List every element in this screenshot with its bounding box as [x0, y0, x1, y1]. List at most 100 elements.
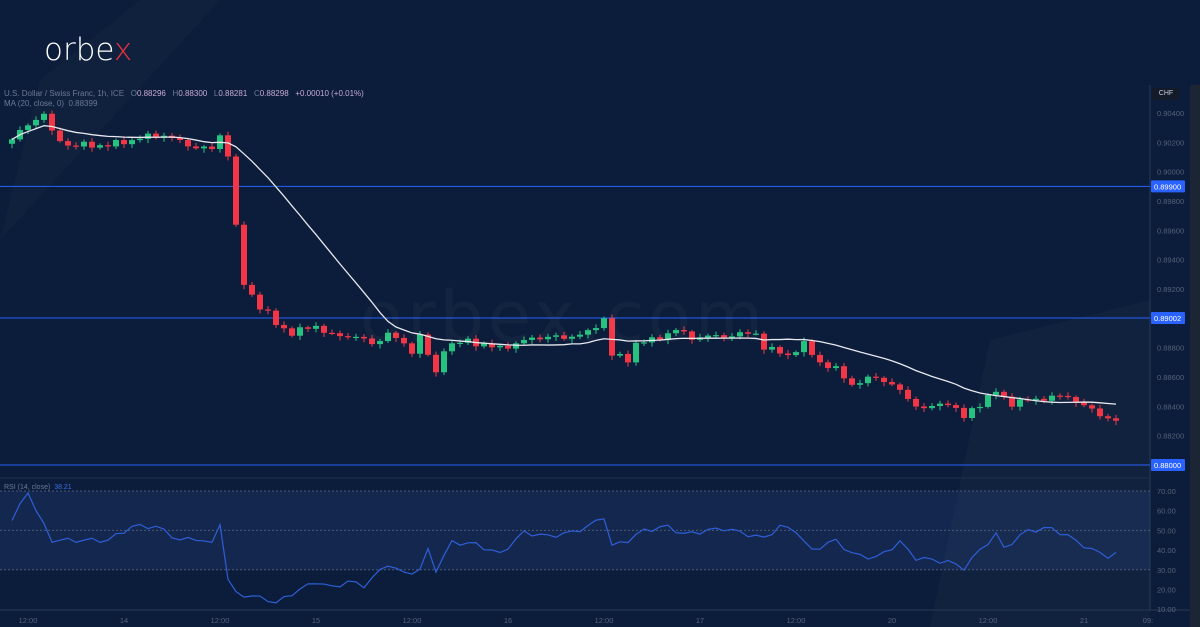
time-tick-label: 12:00	[403, 616, 422, 625]
candle-down	[785, 353, 791, 356]
candle-down	[185, 140, 191, 147]
candle-up	[977, 406, 983, 409]
candle-up	[929, 406, 935, 409]
candle-down	[777, 346, 783, 354]
price-tick-label: 0.89800	[1157, 197, 1184, 206]
candle-up	[201, 146, 207, 149]
close-value: 0.88298	[259, 89, 289, 98]
candle-down	[889, 381, 895, 385]
time-tick-label: 16	[504, 616, 512, 625]
candle-down	[873, 376, 879, 378]
scrollbar[interactable]	[1190, 85, 1200, 627]
candle-down	[209, 146, 215, 150]
candle-up	[313, 325, 319, 329]
candle-down	[345, 336, 351, 338]
candle-down	[1105, 416, 1111, 419]
price-tick-label: 0.89400	[1157, 256, 1184, 265]
candle-up	[1017, 399, 1023, 407]
rsi-tick-label: 70.00	[1157, 487, 1176, 496]
candle-down	[265, 309, 271, 311]
candle-up	[801, 341, 807, 353]
rsi-tick-label: 30.00	[1157, 566, 1176, 575]
time-tick-label: 12:00	[211, 616, 230, 625]
rsi-tick-label: 10.00	[1157, 605, 1176, 614]
candle-down	[1065, 395, 1071, 398]
candle-down	[1041, 398, 1047, 401]
candle-down	[849, 378, 855, 385]
candle-down	[321, 325, 327, 333]
candle-down	[249, 284, 255, 295]
time-tick-label: 20	[888, 616, 896, 625]
watermark: orbex.com	[360, 276, 767, 358]
rsi-tick-label: 20.00	[1157, 586, 1176, 595]
candle-up	[97, 145, 103, 148]
candle-up	[9, 139, 15, 144]
candle-up	[113, 140, 119, 147]
candle-down	[225, 135, 231, 157]
candle-down	[809, 341, 815, 355]
rsi-tick-label: 50.00	[1157, 526, 1176, 535]
candle-down	[841, 366, 847, 379]
candle-down	[281, 324, 287, 329]
candle-down	[1057, 395, 1063, 397]
time-tick-label: 15	[312, 616, 320, 625]
time-tick-label: 12:00	[595, 616, 614, 625]
candle-down	[1089, 405, 1095, 409]
candle-down	[881, 377, 887, 382]
candle-up	[833, 366, 839, 369]
candle-down	[953, 405, 959, 408]
candle-down	[921, 406, 927, 409]
candle-up	[1049, 395, 1055, 401]
candle-up	[793, 352, 799, 356]
candle-down	[329, 332, 335, 335]
candle-up	[865, 376, 871, 384]
candle-up	[985, 394, 991, 407]
candle-down	[305, 327, 311, 329]
price-tick-label: 0.90400	[1157, 109, 1184, 118]
price-tick-label: 0.89600	[1157, 226, 1184, 235]
logo-text: orbe	[44, 32, 114, 68]
candle-up	[137, 138, 143, 141]
candle-down	[65, 141, 71, 146]
candle-down	[273, 310, 279, 325]
candle-up	[41, 113, 47, 120]
high-value: 0.88300	[178, 89, 208, 98]
candle-down	[105, 145, 111, 147]
candle-down	[913, 398, 919, 407]
change-value: +0.00010 (+0.01%)	[295, 89, 364, 98]
ma-legend[interactable]: MA (20, close, 0) 0.88399	[4, 99, 97, 108]
rsi-label: RSI (14, close)	[4, 484, 51, 491]
time-tick-label: 09:	[1143, 616, 1153, 625]
candle-down	[121, 140, 127, 145]
symbol-name: U.S. Dollar / Swiss Franc, 1h, ICE	[4, 89, 125, 98]
logo-accent: x	[113, 32, 133, 68]
ma-label: MA (20, close, 0)	[4, 99, 65, 108]
currency-label[interactable]: CHF	[1152, 88, 1180, 100]
candle-down	[945, 403, 951, 406]
level-price-label: 0.88000	[1154, 461, 1181, 470]
rsi-legend[interactable]: RSI (14, close) 38.21	[4, 484, 72, 491]
candle-down	[289, 328, 295, 336]
candle-up	[857, 383, 863, 385]
price-tick-label: 0.88200	[1157, 432, 1184, 441]
candle-up	[769, 346, 775, 350]
price-tick-label: 0.88600	[1157, 373, 1184, 382]
candle-up	[937, 403, 943, 407]
price-tick-label: 0.90200	[1157, 138, 1184, 147]
time-tick-label: 21	[1080, 616, 1088, 625]
rsi-tick-label: 40.00	[1157, 546, 1176, 555]
candle-down	[817, 354, 823, 363]
low-value: 0.88281	[218, 89, 248, 98]
price-tick-label: 0.89200	[1157, 285, 1184, 294]
candle-down	[257, 294, 263, 310]
candle-up	[81, 141, 87, 147]
candle-down	[57, 130, 63, 142]
candle-down	[193, 146, 199, 149]
open-value: 0.88296	[136, 89, 166, 98]
price-tick-label: 0.88400	[1157, 402, 1184, 411]
candle-down	[73, 145, 79, 147]
candle-up	[993, 391, 999, 395]
candle-down	[233, 156, 239, 225]
candle-down	[905, 389, 911, 399]
symbol-legend: U.S. Dollar / Swiss Franc, 1h, ICE O0.88…	[4, 89, 364, 98]
